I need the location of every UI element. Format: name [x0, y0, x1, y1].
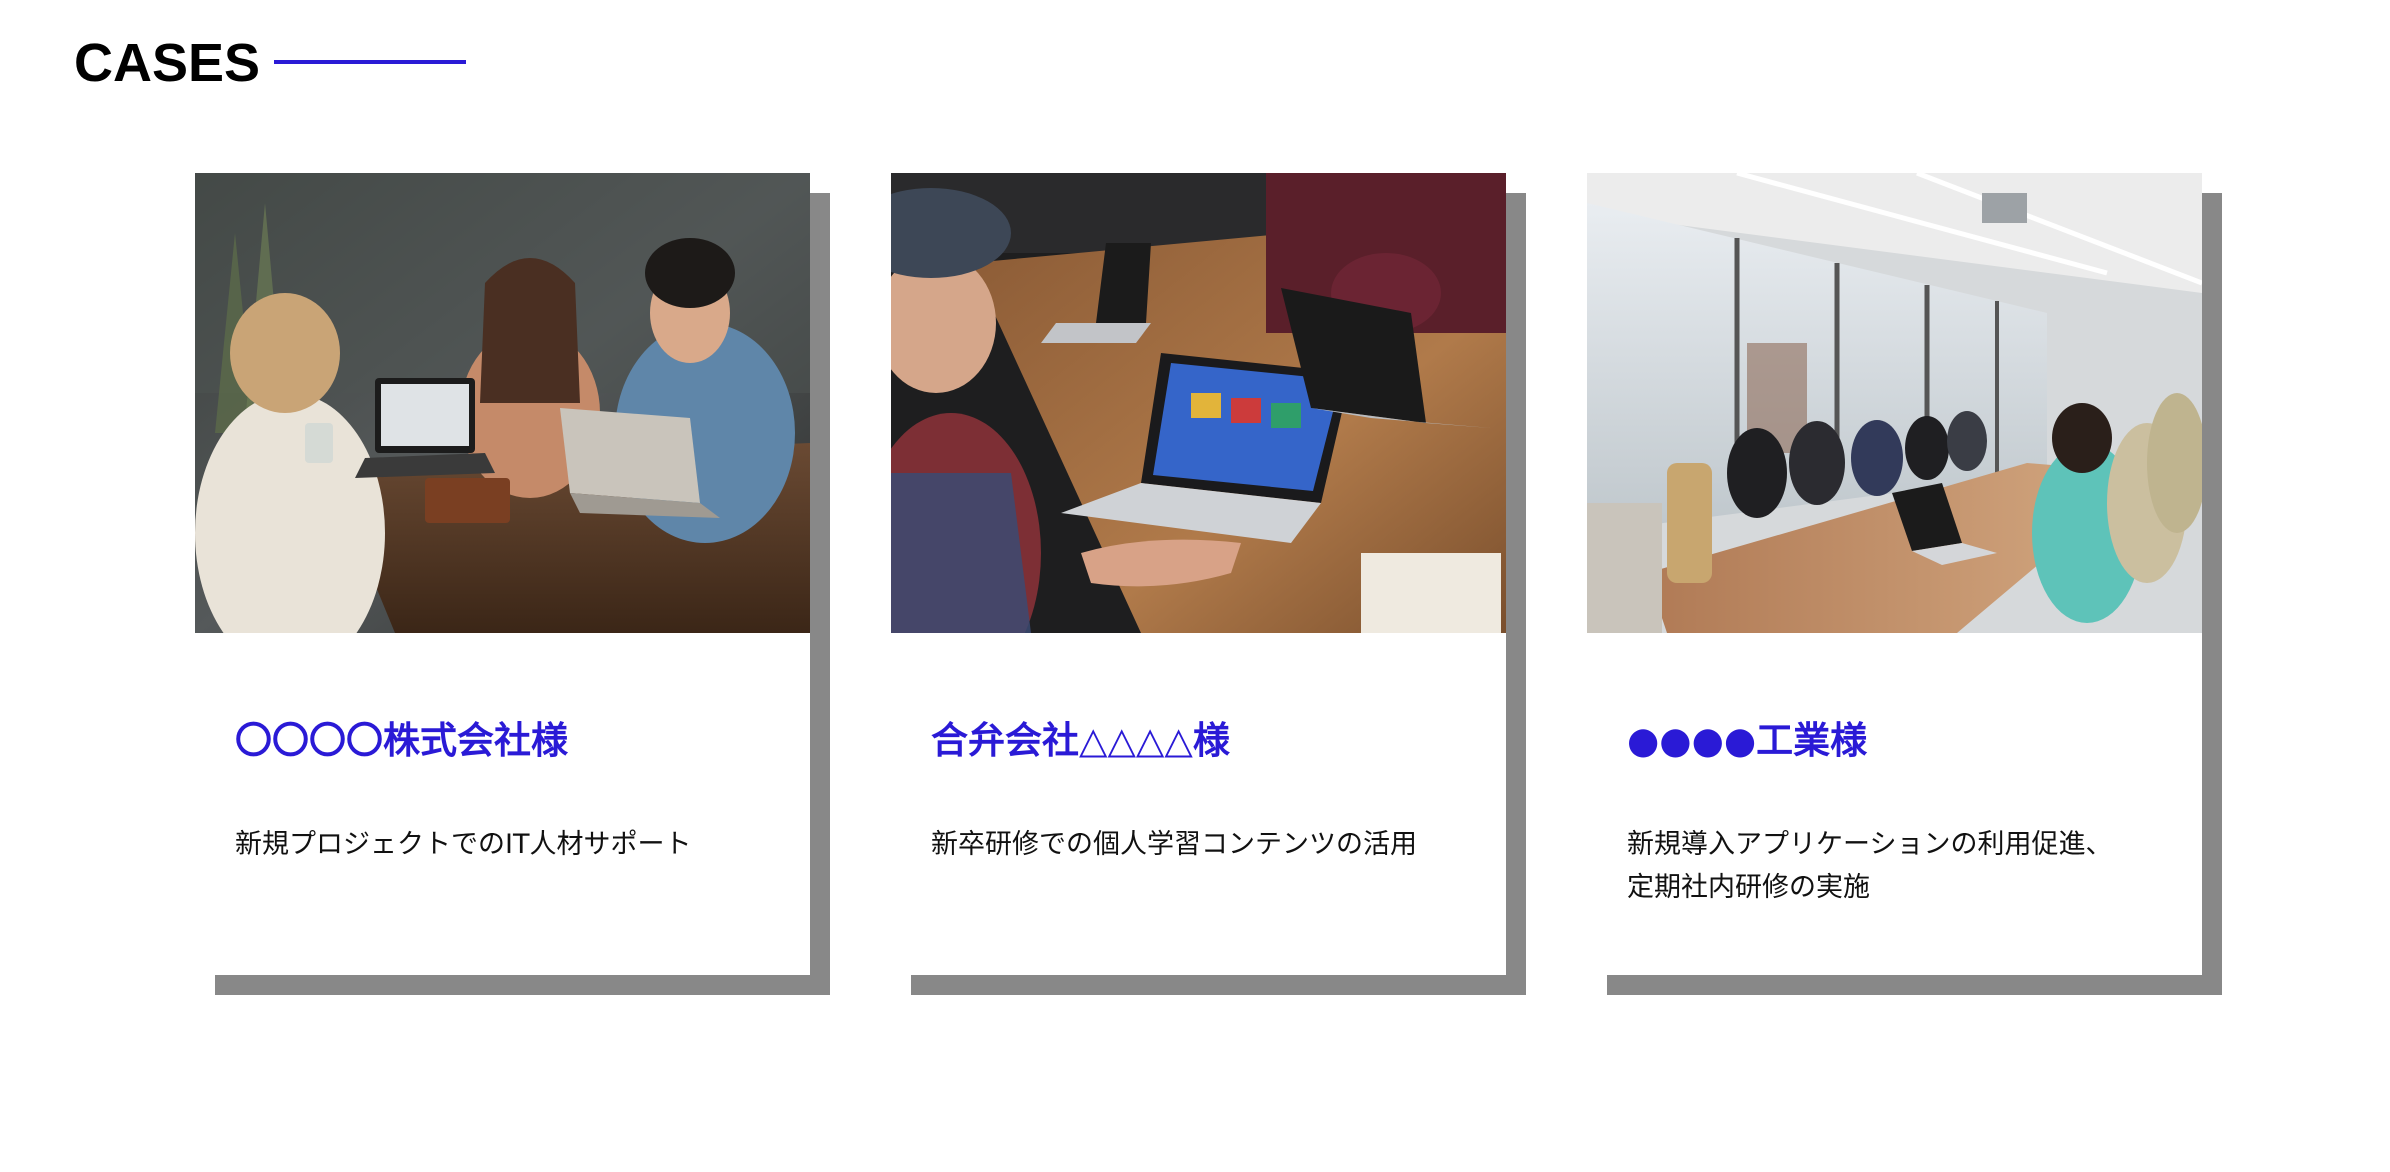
- case-description: 新規プロジェクトでのIT人材サポート: [235, 823, 785, 866]
- case-photo: [1587, 173, 2202, 633]
- case-description-line: 定期社内研修の実施: [1627, 872, 1870, 903]
- case-description-line: 新規プロジェクトでのIT人材サポート: [235, 829, 692, 860]
- card-body: ●●●●工業様 新規導入アプリケーションの利用促進、 定期社内研修の実施: [1587, 173, 2202, 975]
- case-card-3[interactable]: ●●●●工業様 新規導入アプリケーションの利用促進、 定期社内研修の実施: [1587, 173, 2222, 995]
- conference-room-photo: [1587, 173, 2202, 633]
- case-card-1[interactable]: 〇〇〇〇株式会社様 新規プロジェクトでのIT人材サポート: [195, 173, 830, 995]
- table-meeting-photo: [891, 173, 1506, 633]
- cafe-meeting-photo: [195, 173, 810, 633]
- section-title: CASES: [74, 33, 261, 93]
- case-description-line: 新卒研修での個人学習コンテンツの活用: [931, 829, 1417, 860]
- case-company-name: ●●●●工業様: [1627, 719, 1868, 762]
- case-description: 新卒研修での個人学習コンテンツの活用: [931, 823, 1481, 866]
- card-body: 合弁会社△△△△様 新卒研修での個人学習コンテンツの活用: [891, 173, 1506, 975]
- case-photo: [195, 173, 810, 633]
- case-description: 新規導入アプリケーションの利用促進、 定期社内研修の実施: [1627, 823, 2177, 909]
- case-description-line: 新規導入アプリケーションの利用促進、: [1627, 829, 2113, 860]
- case-company-name: 合弁会社△△△△様: [931, 719, 1230, 762]
- case-company-name: 〇〇〇〇株式会社様: [235, 719, 568, 762]
- card-body: 〇〇〇〇株式会社様 新規プロジェクトでのIT人材サポート: [195, 173, 810, 975]
- title-underline-rule: [274, 60, 466, 64]
- case-card-2[interactable]: 合弁会社△△△△様 新卒研修での個人学習コンテンツの活用: [891, 173, 1526, 995]
- section-header: CASES: [74, 30, 466, 96]
- case-photo: [891, 173, 1506, 633]
